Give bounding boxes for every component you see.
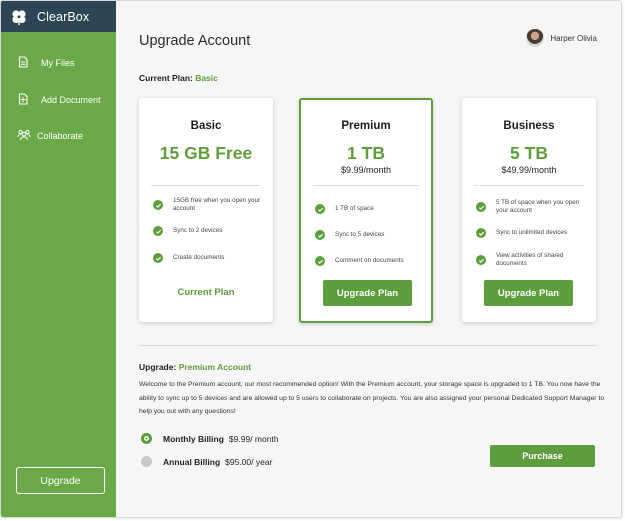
feature-item: Sync to 5 devices	[315, 230, 425, 240]
divider	[313, 185, 419, 186]
upgrade-plan-button-premium[interactable]: Upgrade Plan	[323, 280, 412, 306]
billing-option-monthly[interactable]: Monthly Billing $9.99/ month	[141, 433, 279, 444]
upgrade-plan-button-business[interactable]: Upgrade Plan	[484, 280, 573, 306]
check-icon	[315, 256, 325, 266]
plan-storage: 5 TB	[510, 143, 548, 163]
document-icon	[17, 56, 29, 70]
check-icon	[315, 230, 325, 240]
upgrade-label: Upgrade:	[139, 362, 177, 372]
feature-item: Create documents	[153, 253, 267, 263]
people-icon	[17, 129, 31, 143]
sidebar-item-my-files[interactable]: My Files	[17, 56, 75, 70]
divider	[474, 185, 584, 186]
billing-option-annual[interactable]: Annual Billing $95.00/ year	[141, 456, 272, 467]
clover-icon	[11, 9, 27, 25]
plan-price: $49.99/month	[501, 165, 557, 175]
sidebar-upgrade-button[interactable]: Upgrade	[16, 467, 105, 494]
plan-card-basic: Basic 15 GB Free 15GB free when you open…	[139, 98, 273, 322]
feature-item: 1 TB of space	[315, 204, 425, 214]
upgrade-plan-name: Premium Account	[178, 362, 252, 372]
feature-item: View activities of shared documents	[476, 252, 590, 268]
avatar	[526, 29, 545, 47]
sidebar-item-label: Add Document	[41, 95, 101, 105]
check-icon	[476, 255, 486, 265]
purchase-button[interactable]: Purchase	[490, 445, 595, 467]
billing-label: Monthly Billing	[163, 433, 224, 444]
logo-bar: ClearBox	[1, 1, 116, 32]
user-menu[interactable]: Harper Olivia	[526, 29, 597, 47]
plan-price: $9.99/month	[340, 165, 392, 175]
upgrade-description: Welcome to the Premium account, our most…	[139, 381, 605, 415]
user-name: Harper Olivia	[550, 33, 597, 43]
feature-item: 15GB free when you open your account	[153, 197, 267, 213]
feature-item: 5 TB of space when you open your account	[476, 199, 590, 215]
upgrade-heading: Upgrade: Premium Account	[139, 362, 251, 372]
radio-unselected[interactable]	[141, 456, 152, 467]
feature-item: Sync to 2 devices	[153, 226, 267, 236]
plan-card-premium: Premium 1 TB $9.99/month 1 TB of space S…	[299, 98, 433, 323]
current-plan-line: Current Plan: Basic	[139, 73, 218, 83]
check-icon	[476, 202, 486, 212]
plan-name: Basic	[190, 120, 222, 132]
current-plan-value: Basic	[195, 73, 218, 83]
section-divider	[139, 345, 597, 346]
check-icon	[476, 228, 486, 238]
sidebar-item-label: Collaborate	[37, 131, 84, 141]
sidebar: ClearBox My Files Add Document Collabora…	[1, 1, 116, 517]
app-window: ClearBox My Files Add Document Collabora…	[0, 0, 622, 518]
current-plan-label: Current Plan:	[139, 73, 193, 83]
plan-storage: 15 GB Free	[159, 143, 253, 163]
sidebar-item-collaborate[interactable]: Collaborate	[17, 129, 83, 143]
page-title: Upgrade Account	[139, 33, 251, 49]
billing-price: $9.99/ month	[228, 433, 279, 444]
sidebar-item-add-document[interactable]: Add Document	[17, 93, 101, 107]
plan-name: Premium	[341, 120, 391, 132]
billing-price: $95.00/ year	[225, 456, 273, 467]
billing-label: Annual Billing	[163, 456, 221, 467]
current-plan-badge: Current Plan	[177, 287, 235, 298]
main-content: Upgrade Account Harper Olivia Current Pl…	[116, 1, 621, 517]
app-name: ClearBox	[37, 9, 90, 24]
plan-card-business: Business 5 TB $49.99/month 5 TB of space…	[462, 98, 596, 322]
check-icon	[153, 200, 163, 210]
radio-selected[interactable]	[141, 433, 152, 444]
plan-storage: 1 TB	[347, 143, 385, 163]
check-icon	[315, 204, 325, 214]
divider	[151, 185, 261, 186]
check-icon	[153, 253, 163, 263]
check-icon	[153, 226, 163, 236]
feature-item: Comment on documents	[315, 256, 425, 266]
sidebar-item-label: My Files	[41, 58, 75, 68]
add-document-icon	[17, 93, 29, 107]
plan-name: Business	[503, 120, 555, 132]
feature-item: Sync to unlimited devices	[476, 228, 590, 238]
